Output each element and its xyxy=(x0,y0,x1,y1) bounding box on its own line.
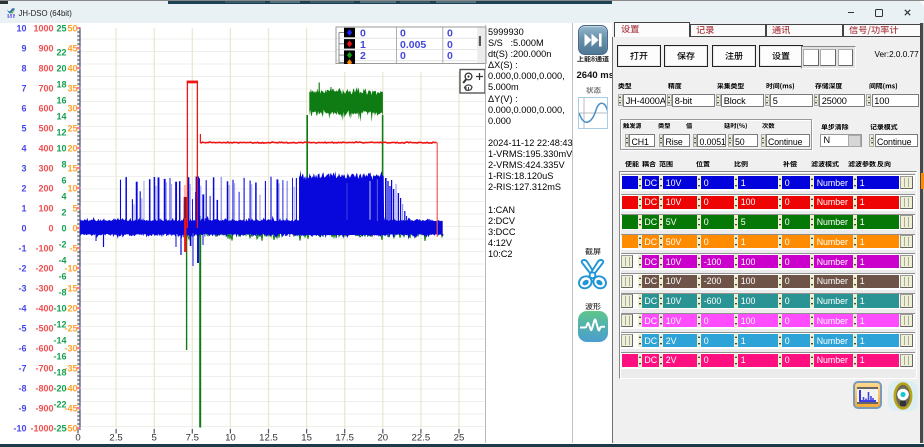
svg-text:12: 12 xyxy=(56,128,66,138)
svg-text:15: 15 xyxy=(301,432,312,443)
svg-text:17.5: 17.5 xyxy=(335,432,354,443)
svg-text:8: 8 xyxy=(61,160,66,170)
svg-text:0: 0 xyxy=(400,28,406,40)
svg-text:10: 10 xyxy=(16,24,26,34)
svg-text:0: 0 xyxy=(75,432,80,443)
svg-text:6: 6 xyxy=(61,176,66,186)
svg-text:-9: -9 xyxy=(18,404,26,414)
svg-text:-1: -1 xyxy=(18,244,26,254)
svg-text:25: 25 xyxy=(454,432,465,443)
svg-text:22: 22 xyxy=(56,48,66,58)
svg-text:-100: -100 xyxy=(35,244,53,254)
svg-text:-20: -20 xyxy=(53,384,66,394)
svg-text:-6: -6 xyxy=(18,344,26,354)
svg-text:-1000: -1000 xyxy=(30,424,53,434)
svg-text:-4: -4 xyxy=(58,256,66,266)
svg-text:0: 0 xyxy=(61,224,66,234)
svg-text:200: 200 xyxy=(38,184,53,194)
svg-text:9: 9 xyxy=(21,44,26,54)
svg-text:-8: -8 xyxy=(18,384,26,394)
svg-text:0: 0 xyxy=(447,28,453,40)
svg-text:0: 0 xyxy=(48,224,53,234)
svg-text:0: 0 xyxy=(447,50,453,62)
svg-text:1: 1 xyxy=(21,204,26,214)
svg-text:30: 30 xyxy=(67,104,77,114)
svg-text:22.5: 22.5 xyxy=(412,432,431,443)
svg-text:-2: -2 xyxy=(58,240,66,250)
svg-text:0.005: 0.005 xyxy=(400,39,426,51)
svg-text:20: 20 xyxy=(377,432,388,443)
svg-text:45: 45 xyxy=(67,44,77,54)
svg-text:-200: -200 xyxy=(35,264,53,274)
svg-text:-900: -900 xyxy=(35,404,53,414)
svg-text:-5: -5 xyxy=(18,324,26,334)
svg-text:-600: -600 xyxy=(35,344,53,354)
svg-text:6: 6 xyxy=(21,104,26,114)
svg-text:400: 400 xyxy=(38,144,53,154)
svg-text:2: 2 xyxy=(61,208,66,218)
svg-text:700: 700 xyxy=(38,84,53,94)
svg-text:12.5: 12.5 xyxy=(259,432,278,443)
svg-text:-8: -8 xyxy=(58,288,66,298)
svg-text:900: 900 xyxy=(38,44,53,54)
svg-text:-18: -18 xyxy=(53,368,66,378)
svg-text:10: 10 xyxy=(225,432,236,443)
svg-text:25: 25 xyxy=(67,124,77,134)
svg-text:14: 14 xyxy=(56,112,66,122)
svg-text:4: 4 xyxy=(21,144,26,154)
svg-text:1: 1 xyxy=(360,39,366,51)
svg-text:600: 600 xyxy=(38,104,53,114)
svg-text:-6: -6 xyxy=(58,272,66,282)
svg-text:0: 0 xyxy=(72,224,77,234)
svg-text:5: 5 xyxy=(21,124,26,134)
svg-text:15: 15 xyxy=(67,164,77,174)
svg-text:-300: -300 xyxy=(35,284,53,294)
svg-text:-3: -3 xyxy=(18,284,26,294)
svg-text:20: 20 xyxy=(56,64,66,74)
svg-text:0: 0 xyxy=(400,50,406,62)
svg-text:2.5: 2.5 xyxy=(109,432,122,443)
svg-text:-16: -16 xyxy=(53,352,66,362)
svg-text:16: 16 xyxy=(56,96,66,106)
svg-text:-12: -12 xyxy=(53,320,66,330)
svg-text:-400: -400 xyxy=(35,304,53,314)
svg-text:8: 8 xyxy=(21,64,26,74)
svg-text:10: 10 xyxy=(67,184,77,194)
svg-text:20: 20 xyxy=(67,144,77,154)
svg-text:2: 2 xyxy=(21,184,26,194)
svg-text:-22: -22 xyxy=(53,400,66,410)
svg-text:-700: -700 xyxy=(35,364,53,374)
svg-text:35: 35 xyxy=(67,84,77,94)
svg-text:-2: -2 xyxy=(18,264,26,274)
svg-text:-14: -14 xyxy=(53,336,66,346)
svg-text:10: 10 xyxy=(56,144,66,154)
svg-text:-10: -10 xyxy=(53,304,66,314)
svg-text:300: 300 xyxy=(38,164,53,174)
svg-text:-7: -7 xyxy=(18,364,26,374)
svg-text:0: 0 xyxy=(447,39,453,51)
svg-text:3: 3 xyxy=(21,164,26,174)
svg-text:800: 800 xyxy=(38,64,53,74)
svg-text:-800: -800 xyxy=(35,384,53,394)
svg-text:0: 0 xyxy=(21,224,26,234)
svg-text:-10: -10 xyxy=(13,424,26,434)
svg-text:100: 100 xyxy=(38,204,53,214)
svg-text:-500: -500 xyxy=(35,324,53,334)
svg-text:5: 5 xyxy=(72,204,77,214)
svg-text:4: 4 xyxy=(61,192,66,202)
svg-text:1000: 1000 xyxy=(33,24,53,34)
svg-text:0: 0 xyxy=(360,28,366,40)
svg-text:5: 5 xyxy=(152,432,157,443)
svg-text:7.5: 7.5 xyxy=(186,432,199,443)
svg-text:7: 7 xyxy=(21,84,26,94)
svg-text:2: 2 xyxy=(360,50,366,62)
svg-text:18: 18 xyxy=(56,80,66,90)
svg-text:-5: -5 xyxy=(69,244,77,254)
svg-text:50: 50 xyxy=(67,24,77,34)
svg-text:500: 500 xyxy=(38,124,53,134)
svg-text:40: 40 xyxy=(67,64,77,74)
svg-text:-4: -4 xyxy=(18,304,26,314)
svg-text:25: 25 xyxy=(56,24,66,34)
svg-text:-25: -25 xyxy=(53,424,66,434)
